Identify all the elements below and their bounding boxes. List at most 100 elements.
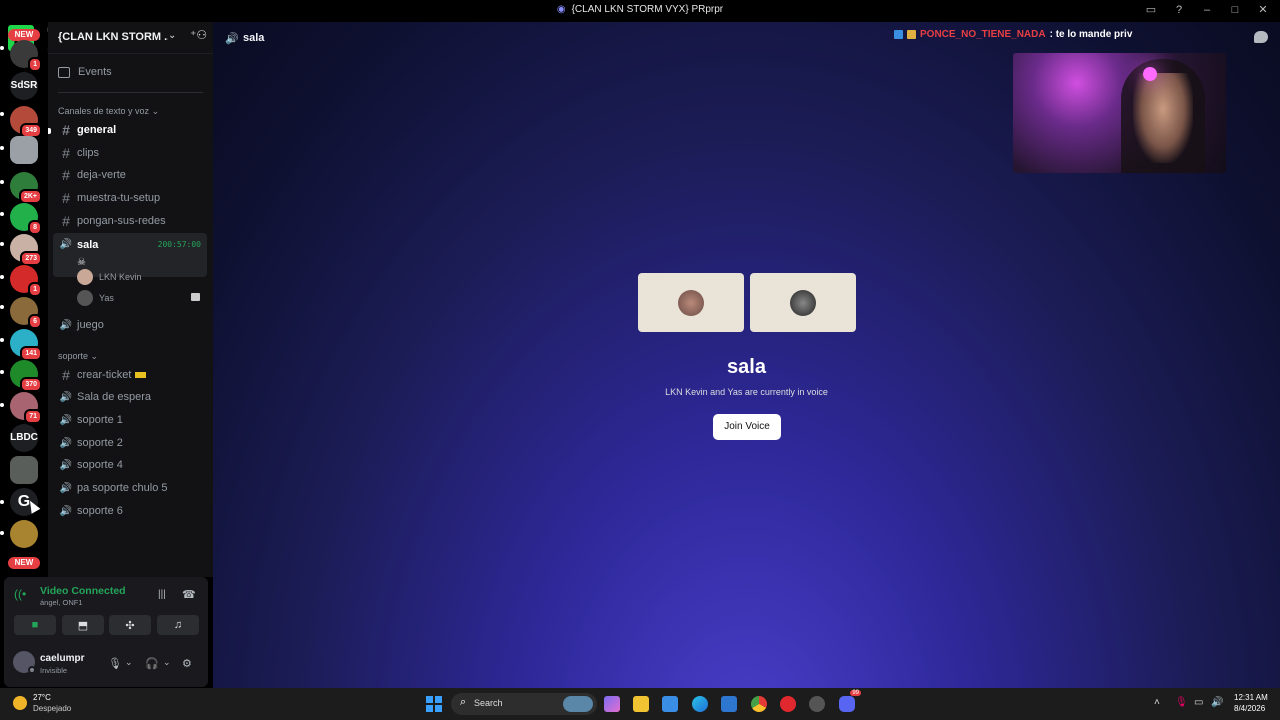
voice-user-lkn-kevin[interactable]: LKN Kevin (77, 269, 142, 285)
add-member-icon[interactable]: ⁺⚇ (190, 28, 207, 42)
channel-label: deja-verte (77, 169, 126, 181)
new-pill-bottom[interactable]: NEW (8, 557, 40, 569)
unread-dot (0, 403, 4, 407)
copilot-icon[interactable] (604, 696, 620, 712)
noise-suppression-icon[interactable]: ||| (158, 589, 166, 600)
status-indicator (28, 666, 36, 674)
edge-icon[interactable] (692, 696, 708, 712)
server-icon[interactable]: 6 (10, 297, 42, 329)
camera-icon: ■ (31, 619, 39, 631)
server-icon[interactable]: 8 (10, 203, 42, 235)
chevron-down-icon[interactable]: ⌄ (163, 657, 171, 668)
network-icon[interactable]: ▭ (1194, 697, 1203, 708)
voice-user-yas[interactable]: Yas (77, 290, 114, 306)
category-text-voice[interactable]: Canales de texto y voz ⌄ (58, 106, 159, 117)
voice-user-panel: ((• Video Connected ángel, ONF1 ||| ☎ ■ … (4, 577, 208, 687)
server-icon[interactable]: 2K+ (10, 172, 42, 204)
events-label: Events (78, 66, 112, 78)
activities-button[interactable]: ✣ (109, 615, 151, 635)
channel-deja-verte[interactable]: # deja-verte (53, 165, 207, 185)
voice-channel-soporte-6[interactable]: 🔊 soporte 6 (53, 501, 207, 521)
opera-icon[interactable] (780, 696, 796, 712)
microphone-icon[interactable]: 🎙 (108, 657, 122, 670)
voice-channel-sala-de-espera[interactable]: 🔊 Sala de espera (53, 387, 207, 407)
room-title: sala (727, 356, 766, 378)
server-icon[interactable]: 141 (10, 329, 42, 361)
hash-icon: # (62, 167, 70, 183)
voice-channel-juego[interactable]: 🔊 juego (53, 315, 207, 335)
minimize-button[interactable]: – (1200, 4, 1214, 16)
window-titlebar: ◉ {CLAN LKN STORM VYX} PRprpr ▭ ? – □ ✕ (0, 0, 1280, 22)
store-icon[interactable] (662, 696, 678, 712)
speaker-icon: 🔊 (225, 33, 239, 45)
help-icon[interactable]: ? (1172, 4, 1186, 16)
maximize-button[interactable]: □ (1228, 4, 1242, 16)
channel-muestra-tu-setup[interactable]: # muestra-tu-setup (53, 188, 207, 208)
clock-time[interactable]: 12:31 AM (1234, 693, 1268, 702)
join-voice-button[interactable]: Join Voice (713, 414, 781, 440)
server-icon[interactable]: 273 (10, 234, 42, 266)
channel-general[interactable]: # general (53, 120, 207, 140)
server-header[interactable]: {CLAN LKN STORM ... ⌄ ⁺⚇ (48, 22, 213, 54)
server-icon[interactable]: 349 (10, 106, 42, 138)
server-icon[interactable]: 370 (10, 360, 42, 392)
volume-icon[interactable]: 🔊 (1211, 697, 1223, 708)
chrome-icon[interactable] (751, 696, 767, 712)
server-icon[interactable]: 1 (10, 265, 42, 297)
channel-pongan-sus-redes[interactable]: # pongan-sus-redes (53, 211, 207, 231)
voice-channel-soporte-1[interactable]: 🔊 soporte 1 (53, 410, 207, 430)
server-icon-sdsr[interactable]: SdSR (10, 72, 38, 100)
voice-channel-soporte-4[interactable]: 🔊 soporte 4 (53, 455, 207, 475)
server-icon[interactable]: 1 (10, 40, 42, 72)
weather-desc[interactable]: Despejado (33, 704, 71, 713)
voice-channel-pa-soporte-chulo-5[interactable]: 🔊 pa soporte chulo 5 (53, 478, 207, 498)
voice-user-name: Yas (99, 293, 114, 303)
server-icon[interactable] (10, 136, 38, 164)
server-icon[interactable]: 71 (10, 392, 42, 424)
hash-icon: # (62, 122, 70, 138)
inbox-icon[interactable]: ▭ (1144, 3, 1158, 16)
soundboard-button[interactable]: ♫ (157, 615, 199, 635)
disconnect-icon[interactable]: ☎ (182, 588, 196, 601)
participant-tile-yas[interactable] (750, 273, 856, 332)
clock-date[interactable]: 8/4/2026 (1234, 704, 1265, 713)
file-explorer-icon[interactable] (633, 696, 649, 712)
server-icon[interactable] (10, 520, 38, 548)
server-icon[interactable] (10, 456, 38, 484)
settings-gear-icon[interactable]: ⚙ (182, 657, 192, 670)
channel-sidebar: {CLAN LKN STORM ... ⌄ ⁺⚇ Events Canales … (48, 22, 213, 577)
speaker-icon: 🔊 (59, 319, 73, 331)
connection-signal-icon[interactable]: ((• (14, 587, 30, 603)
channel-title: sala (243, 32, 265, 44)
category-soporte[interactable]: soporte ⌄ (58, 351, 98, 362)
server-badge: 1 (28, 57, 42, 72)
chat-bubble-icon[interactable] (1254, 31, 1268, 43)
discord-taskbar-icon[interactable]: 99 (839, 690, 861, 712)
screen-share-button[interactable]: ⬒ (62, 615, 104, 635)
server-icon-lbdc[interactable]: LBDC (10, 424, 38, 452)
close-button[interactable]: ✕ (1256, 3, 1270, 16)
channel-crear-ticket[interactable]: # crear-ticket (53, 365, 207, 385)
username[interactable]: caelumpr (40, 653, 84, 664)
steam-icon[interactable] (809, 696, 825, 712)
mail-icon[interactable] (721, 696, 737, 712)
voice-channel-soporte-2[interactable]: 🔊 soporte 2 (53, 433, 207, 453)
events-item[interactable]: Events (58, 66, 112, 78)
weather-moon-icon[interactable] (13, 696, 27, 710)
hash-icon: # (62, 213, 70, 229)
chevron-down-icon[interactable]: ⌄ (125, 657, 133, 668)
activities-icon: ✣ (125, 619, 135, 632)
unread-dot (0, 531, 4, 535)
mic-tray-icon[interactable]: 🎙 (1175, 697, 1188, 708)
camera-button[interactable]: ■ (14, 615, 56, 635)
taskbar-search[interactable]: ⌕ Search (451, 693, 597, 715)
headphones-icon[interactable]: 🎧 (145, 657, 159, 670)
channel-clips[interactable]: # clips (53, 143, 207, 163)
participant-tile-lkn-kevin[interactable] (638, 273, 744, 332)
voice-status[interactable]: Video Connected (40, 585, 126, 597)
weather-temp[interactable]: 27°C (33, 693, 51, 702)
voice-timer: 200:57:00 (157, 240, 201, 249)
windows-start-icon[interactable] (426, 696, 442, 712)
voice-user-name: LKN Kevin (99, 272, 142, 282)
tray-chevron-icon[interactable]: ˄ (1154, 697, 1160, 708)
